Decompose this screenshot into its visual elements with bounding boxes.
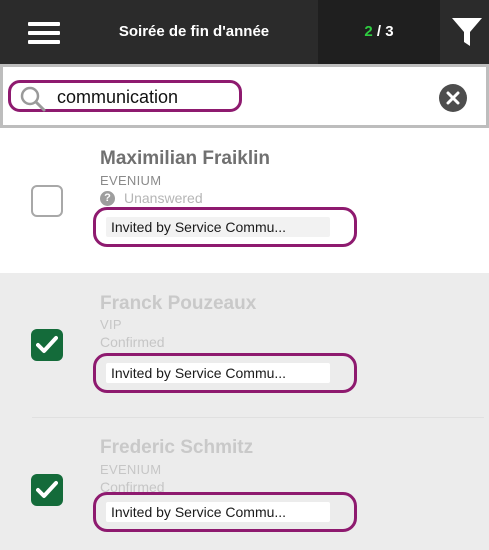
guest-status: Unanswered [124, 190, 203, 206]
search-input[interactable] [57, 86, 237, 108]
guest-company: VIP [100, 317, 122, 332]
counter-separator: / [372, 23, 386, 40]
clear-search-icon[interactable] [439, 84, 467, 112]
guest-name: Franck Pouzeaux [100, 293, 257, 314]
guest-checkbox[interactable] [31, 329, 63, 361]
guest-company: EVENIUM [100, 173, 162, 188]
tag-highlight: Invited by Service Commu... [93, 492, 357, 532]
menu-icon[interactable] [28, 22, 60, 44]
list-item[interactable]: Frederic Schmitz EVENIUM Confirmed Invit… [0, 418, 489, 550]
guest-status: Confirmed [100, 334, 165, 350]
tag-highlight: Invited by Service Commu... [93, 207, 357, 247]
list-item[interactable]: Franck Pouzeaux VIP Confirmed Invited by… [0, 273, 489, 418]
guest-name: Frederic Schmitz [100, 437, 254, 458]
page-title: Soirée de fin d'année [118, 23, 270, 40]
guest-name: Maximilian Fraiklin [100, 148, 270, 169]
top-bar: Soirée de fin d'année 2 / 3 [0, 0, 489, 64]
question-circle-icon: ? [100, 191, 115, 206]
counter-total: 3 [385, 23, 394, 40]
guest-checkbox[interactable] [31, 185, 63, 217]
search-field[interactable] [8, 80, 242, 112]
guest-company: EVENIUM [100, 462, 162, 477]
filter-icon[interactable] [450, 16, 484, 48]
guest-checkbox[interactable] [31, 474, 63, 506]
invited-by-tag: Invited by Service Commu... [106, 502, 330, 522]
counter-current: 2 [364, 23, 373, 40]
tag-highlight: Invited by Service Commu... [93, 353, 357, 393]
search-icon [19, 85, 47, 113]
search-bar [0, 64, 489, 128]
list-item[interactable]: Maximilian Fraiklin EVENIUM ? Unanswered… [0, 128, 489, 273]
selection-counter: 2 / 3 [318, 0, 440, 64]
invited-by-tag: Invited by Service Commu... [106, 217, 330, 237]
invited-by-tag: Invited by Service Commu... [106, 363, 330, 383]
